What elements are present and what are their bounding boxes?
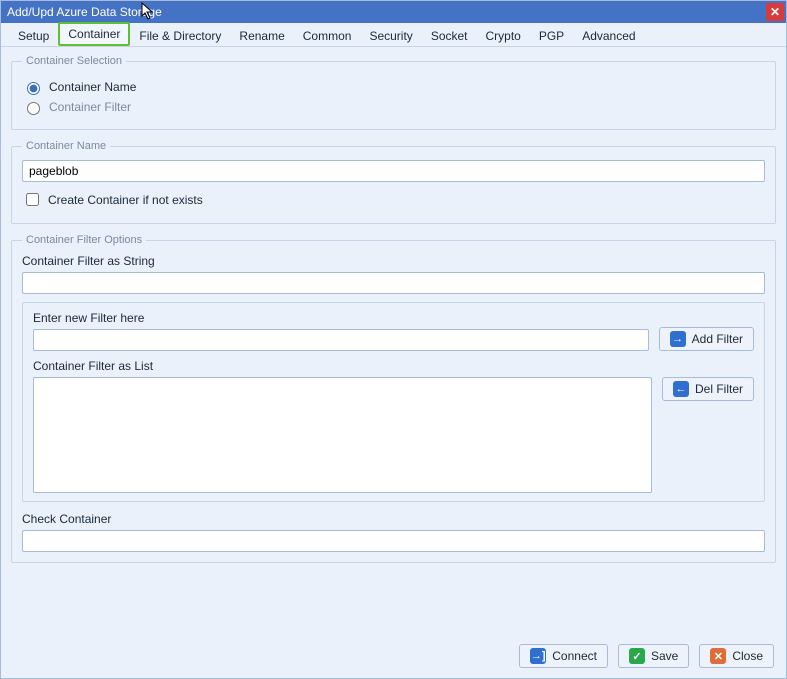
label-container-filter: Container Filter bbox=[49, 100, 131, 114]
panel-filter-editor: Enter new Filter here → Add Filter Conta… bbox=[22, 302, 765, 502]
input-filter-string[interactable] bbox=[22, 272, 765, 294]
label-filter-list: Container Filter as List bbox=[33, 359, 652, 373]
tab-container[interactable]: Container bbox=[58, 22, 130, 46]
legend-container-name: Container Name bbox=[22, 140, 110, 152]
radio-container-filter[interactable] bbox=[27, 102, 40, 115]
legend-container-filter-options: Container Filter Options bbox=[22, 234, 146, 246]
tab-setup[interactable]: Setup bbox=[9, 25, 58, 46]
save-icon: ✓ bbox=[629, 648, 645, 664]
connect-icon: →] bbox=[530, 648, 546, 664]
label-check-container: Check Container bbox=[22, 512, 765, 526]
check-row-create-if-not-exists: Create Container if not exists bbox=[22, 190, 765, 209]
tab-pgp[interactable]: PGP bbox=[530, 25, 573, 46]
input-new-filter[interactable] bbox=[33, 329, 649, 351]
tab-file-directory[interactable]: File & Directory bbox=[130, 25, 230, 46]
del-filter-label: Del Filter bbox=[695, 382, 743, 396]
checkbox-create-if-not-exists[interactable] bbox=[26, 193, 39, 206]
radio-row-container-filter: Container Filter bbox=[22, 99, 765, 115]
group-container-name: Container Name Create Container if not e… bbox=[11, 140, 776, 224]
radio-row-container-name: Container Name bbox=[22, 79, 765, 95]
window-title: Add/Upd Azure Data Storage bbox=[7, 5, 162, 19]
add-filter-button[interactable]: → Add Filter bbox=[659, 327, 754, 351]
close-label: Close bbox=[732, 649, 763, 663]
tab-bar: Setup Container File & Directory Rename … bbox=[1, 23, 786, 47]
close-button[interactable]: ✕ Close bbox=[699, 644, 774, 668]
add-filter-icon: → bbox=[670, 331, 686, 347]
tab-security[interactable]: Security bbox=[360, 25, 421, 46]
group-container-filter-options: Container Filter Options Container Filte… bbox=[11, 234, 776, 563]
label-filter-string: Container Filter as String bbox=[22, 254, 765, 268]
titlebar-close-button[interactable]: ✕ bbox=[766, 3, 784, 21]
label-create-if-not-exists: Create Container if not exists bbox=[48, 193, 203, 207]
label-enter-new-filter: Enter new Filter here bbox=[33, 311, 649, 325]
tab-rename[interactable]: Rename bbox=[230, 25, 293, 46]
tab-content: Container Selection Container Name Conta… bbox=[1, 47, 786, 678]
tab-common[interactable]: Common bbox=[294, 25, 361, 46]
tab-socket[interactable]: Socket bbox=[422, 25, 477, 46]
connect-label: Connect bbox=[552, 649, 597, 663]
titlebar: Add/Upd Azure Data Storage ✕ bbox=[1, 1, 786, 23]
legend-container-selection: Container Selection bbox=[22, 55, 126, 67]
del-filter-button[interactable]: ← Del Filter bbox=[662, 377, 754, 401]
save-label: Save bbox=[651, 649, 678, 663]
listbox-filter-list[interactable] bbox=[33, 377, 652, 493]
connect-button[interactable]: →] Connect bbox=[519, 644, 608, 668]
tab-advanced[interactable]: Advanced bbox=[573, 25, 644, 46]
save-button[interactable]: ✓ Save bbox=[618, 644, 689, 668]
add-filter-label: Add Filter bbox=[692, 332, 743, 346]
input-check-container[interactable] bbox=[22, 530, 765, 552]
input-container-name[interactable] bbox=[22, 160, 765, 182]
label-container-name: Container Name bbox=[49, 80, 136, 94]
dialog-footer: →] Connect ✓ Save ✕ Close bbox=[519, 644, 774, 668]
del-filter-icon: ← bbox=[673, 381, 689, 397]
dialog-add-upd-azure-data-storage: Add/Upd Azure Data Storage ✕ Setup Conta… bbox=[0, 0, 787, 679]
group-container-selection: Container Selection Container Name Conta… bbox=[11, 55, 776, 130]
close-icon: ✕ bbox=[770, 5, 780, 19]
radio-container-name[interactable] bbox=[27, 82, 40, 95]
close-icon: ✕ bbox=[710, 648, 726, 664]
tab-crypto[interactable]: Crypto bbox=[477, 25, 530, 46]
